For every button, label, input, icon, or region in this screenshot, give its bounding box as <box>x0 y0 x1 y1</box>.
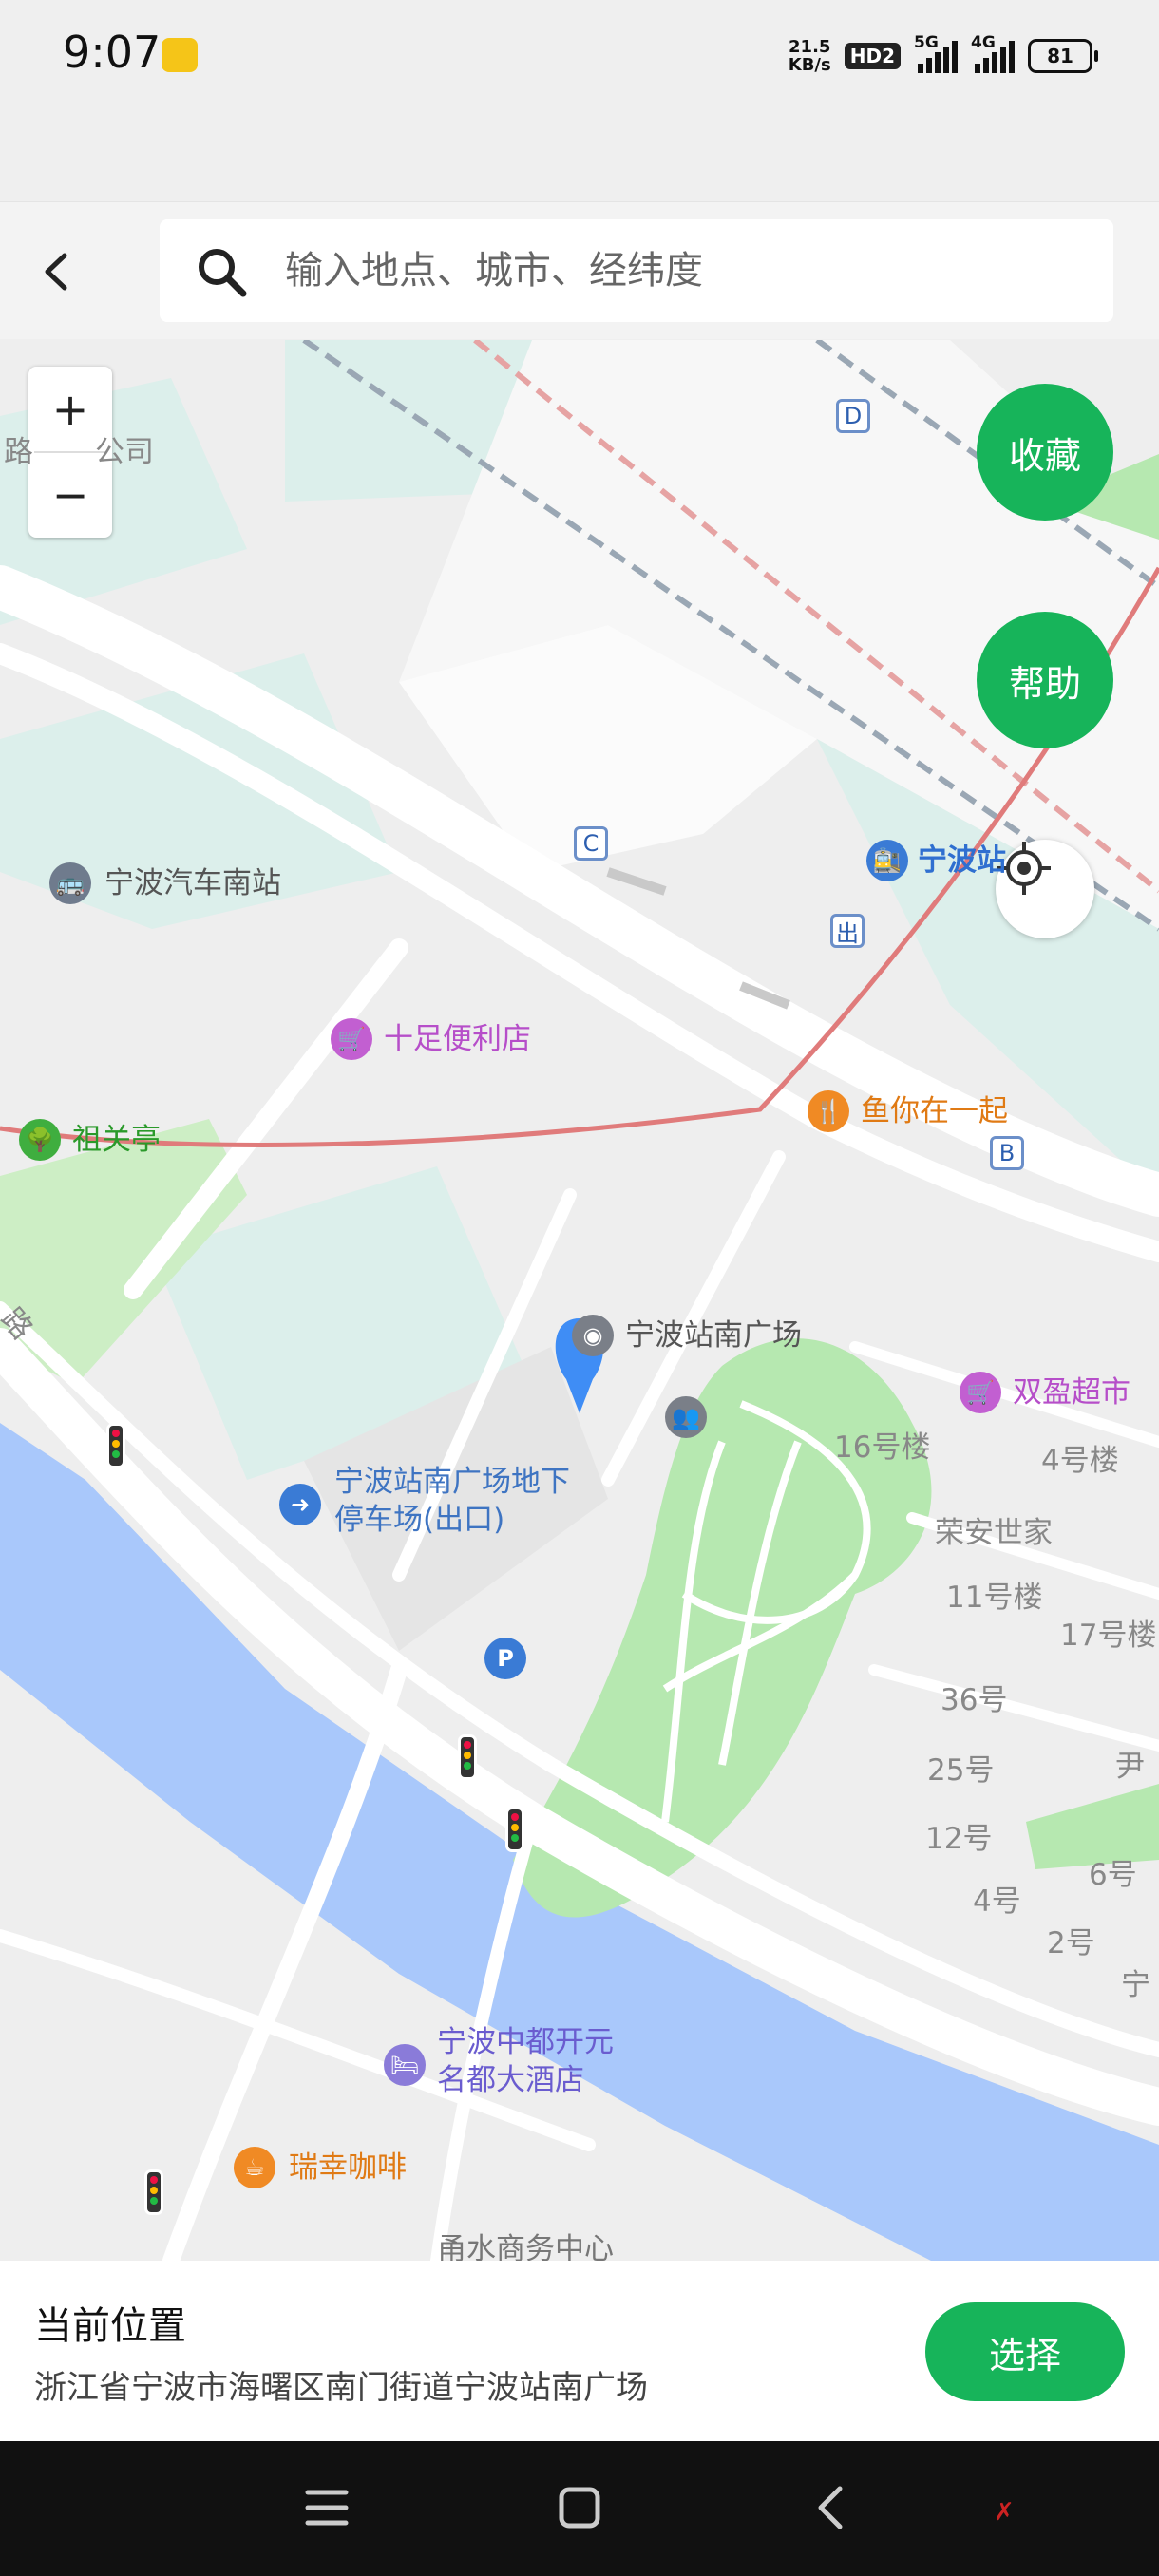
poi-bus-station[interactable]: 宁波汽车南站 <box>104 864 281 902</box>
search-input[interactable] <box>285 219 1083 322</box>
restroom-icon[interactable]: 👥 <box>665 1396 707 1438</box>
signal-5g-icon: 5G <box>914 33 958 73</box>
building-label: 12号 <box>925 1822 993 1856</box>
current-location-address: 浙江省宁波市海曙区南门街道宁波站南广场 <box>34 2369 648 2407</box>
gate-d-badge[interactable]: D <box>836 399 870 433</box>
network-speed-value: 21.5 <box>788 37 831 57</box>
poi-south-square[interactable]: 宁波站南广场 <box>625 1316 802 1354</box>
building-label: 宁 <box>1121 1968 1150 2002</box>
poi-railway-station[interactable]: 宁波站 <box>918 842 1006 880</box>
bus-icon[interactable]: 🚌 <box>49 862 91 904</box>
status-indicators: 21.5 KB/s HD2 5G 4G 81 <box>788 32 1098 80</box>
gate-c-badge[interactable]: C <box>574 826 608 861</box>
poi-coffee[interactable]: 瑞幸咖啡 <box>289 2149 407 2187</box>
poi-restaurant[interactable]: 鱼你在一起 <box>861 1092 1008 1130</box>
poi-hotel-line1[interactable]: 宁波中都开元 <box>437 2023 614 2061</box>
home-icon[interactable] <box>557 2485 602 2530</box>
battery-icon: 81 <box>1028 39 1098 73</box>
hd-voice-badge: HD2 <box>844 43 901 69</box>
supermarket-cart-icon[interactable]: 🛒 <box>960 1372 1001 1413</box>
building-label: 6号 <box>1089 1858 1137 1892</box>
parking-icon[interactable]: P <box>484 1638 526 1679</box>
battery-level: 81 <box>1047 45 1074 67</box>
traffic-light-icon <box>144 2169 163 2215</box>
network-speed-unit: KB/s <box>788 55 831 75</box>
coffee-icon[interactable]: ☕ <box>234 2147 276 2188</box>
notification-app-icon <box>162 38 198 72</box>
building-label: 4号 <box>973 1885 1021 1919</box>
menu-icon[interactable] <box>304 2485 350 2530</box>
poi-supermarket[interactable]: 双盈超市 <box>1013 1373 1130 1411</box>
back-button[interactable] <box>34 248 82 295</box>
poi-business-center[interactable]: 甬水商务中心 <box>437 2230 614 2261</box>
signal-4g-label: 4G <box>971 33 996 52</box>
search-header <box>0 201 1159 339</box>
status-time: 9:07 <box>63 27 162 78</box>
system-nav-bar: ✗ <box>0 2441 1159 2576</box>
signal-4g-icon: 4G <box>971 33 1015 73</box>
favorite-button[interactable]: 收藏 <box>977 384 1113 521</box>
traffic-light-icon <box>458 1734 477 1780</box>
help-button[interactable]: 帮助 <box>977 612 1113 748</box>
train-station-icon[interactable]: 🚉 <box>866 840 908 881</box>
search-icon <box>199 249 247 297</box>
watermark-logo-icon: ✗ <box>994 2498 1015 2527</box>
current-location-title: 当前位置 <box>34 2304 186 2348</box>
building-label: 4号楼 <box>1041 1444 1119 1478</box>
poi-parking-exit-line1[interactable]: 宁波站南广场地下 <box>334 1463 570 1501</box>
status-bar: 9:07 21.5 KB/s HD2 5G 4G 81 <box>0 0 1159 199</box>
company-label: 公司 <box>95 435 154 469</box>
building-label: 2号 <box>1047 1926 1095 1960</box>
map-view[interactable]: + − 收藏 帮助 路 公司 路 D C 出 B 🚌 宁波汽车南站 🚉 宁波站 … <box>0 340 1159 2261</box>
chevron-left-icon <box>45 253 67 291</box>
exit-arrow-icon[interactable]: ➜ <box>279 1484 321 1525</box>
location-panel: 当前位置 浙江省宁波市海曙区南门街道宁波站南广场 选择 <box>0 2261 1159 2441</box>
hotel-bed-icon[interactable]: 🛏 <box>384 2044 426 2086</box>
exit-badge[interactable]: 出 <box>830 914 864 948</box>
road-label: 路 <box>4 435 33 469</box>
search-box[interactable] <box>160 219 1113 322</box>
building-label: 11号楼 <box>946 1581 1043 1615</box>
building-label: 尹 <box>1115 1750 1145 1784</box>
building-label: 17号楼 <box>1060 1619 1157 1653</box>
poi-hotel-line2[interactable]: 名都大酒店 <box>437 2061 584 2099</box>
locate-button[interactable] <box>996 840 1094 938</box>
gate-b-badge[interactable]: B <box>990 1136 1024 1170</box>
poi-convenience-store[interactable]: 十足便利店 <box>384 1020 531 1058</box>
building-label: 16号楼 <box>834 1430 931 1465</box>
poi-zuguan-pavilion[interactable]: 祖关亭 <box>72 1121 161 1159</box>
shopping-cart-icon[interactable]: 🛒 <box>331 1018 372 1060</box>
building-label: 36号 <box>940 1683 1008 1717</box>
traffic-light-icon <box>505 1807 524 1852</box>
tree-icon[interactable]: 🌳 <box>19 1119 61 1161</box>
signal-5g-label: 5G <box>914 33 939 52</box>
building-label: 荣安世家 <box>935 1516 1053 1550</box>
network-speed: 21.5 KB/s <box>788 38 831 74</box>
map-canvas <box>0 340 1159 2261</box>
landmark-icon[interactable]: ◉ <box>572 1315 614 1356</box>
traffic-light-icon <box>106 1423 125 1468</box>
building-label: 25号 <box>927 1753 995 1788</box>
back-nav-icon[interactable] <box>809 2485 855 2530</box>
select-button[interactable]: 选择 <box>925 2302 1125 2401</box>
poi-parking-exit-line2[interactable]: 停车场(出口) <box>334 1501 504 1539</box>
restaurant-icon[interactable]: 🍴 <box>808 1090 849 1132</box>
